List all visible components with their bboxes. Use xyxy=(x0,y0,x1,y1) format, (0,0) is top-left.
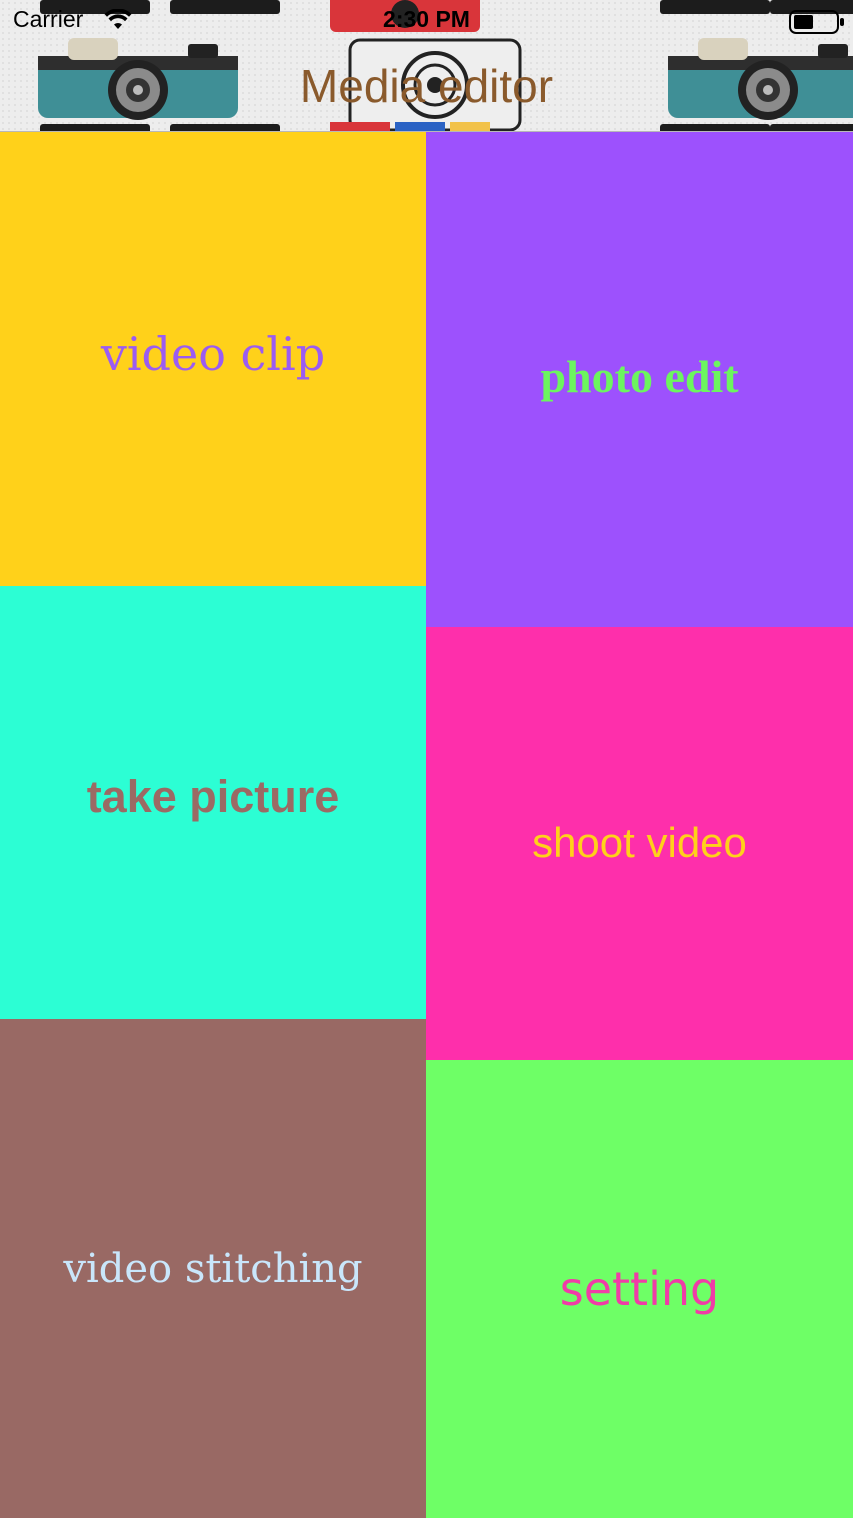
status-time: 2:30 PM xyxy=(383,6,470,32)
photo-edit-button[interactable]: photo edit xyxy=(426,132,853,627)
setting-button[interactable]: setting xyxy=(426,1060,853,1518)
screen: Carrier 2:30 PM Media editor video clip … xyxy=(0,0,853,1518)
video-clip-button[interactable]: video clip xyxy=(0,132,426,586)
video-stitching-button[interactable]: video stitching xyxy=(0,1019,426,1518)
photo-edit-label: photo edit xyxy=(540,351,739,402)
battery-icon xyxy=(789,10,844,34)
nav-header: Carrier 2:30 PM Media editor xyxy=(0,0,853,132)
video-stitching-label: video stitching xyxy=(63,1245,363,1292)
shoot-video-button[interactable]: shoot video xyxy=(426,627,853,1060)
setting-label: setting xyxy=(559,1262,720,1316)
take-picture-button[interactable]: take picture xyxy=(0,586,426,1019)
take-picture-label: take picture xyxy=(86,770,340,822)
shoot-video-label: shoot video xyxy=(532,818,747,866)
page-title: Media editor xyxy=(299,60,554,112)
status-bar: Carrier 2:30 PM xyxy=(0,0,853,44)
video-clip-label: video clip xyxy=(100,327,326,381)
